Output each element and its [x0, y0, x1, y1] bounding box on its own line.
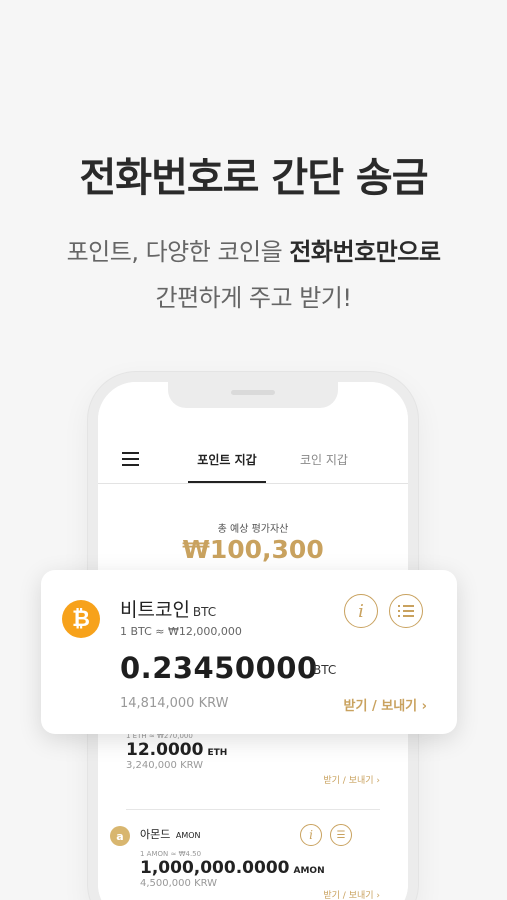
- bitcoin-wallet-card[interactable]: ₿ 비트코인 BTC 1 BTC ≈ ₩12,000,000 0.23450000…: [41, 570, 457, 734]
- tab-coin-wallet[interactable]: 코인 지갑: [292, 451, 356, 468]
- coin-amount-value: 1,000,000.0000: [140, 858, 290, 878]
- app-top-bar: 포인트 지갑 코인 지갑: [98, 434, 408, 484]
- page-headline: 전화번호로 간단 송금: [79, 155, 428, 201]
- subtitle-emphasis: 전화번호만으로: [289, 238, 441, 266]
- coin-name-label: 비트코인: [120, 599, 190, 621]
- list-icon[interactable]: ☰: [330, 824, 352, 846]
- list-item-eth[interactable]: 1 ETH ≈ ₩270,000 12.0000 ETH 3,240,000 KR…: [126, 732, 380, 786]
- send-receive-link[interactable]: 받기 / 보내기 ›: [323, 773, 380, 786]
- coin-rate: 1 BTC ≈ ₩12,000,000: [120, 625, 242, 638]
- coin-amount-unit: AMON: [293, 866, 325, 876]
- send-receive-link[interactable]: 받기 / 보내기 ›: [323, 888, 380, 900]
- phone-notch: [168, 382, 338, 408]
- subtitle-prefix: 포인트, 다양한 코인을: [66, 238, 290, 266]
- list-divider: [126, 809, 380, 810]
- coin-name: 아몬드 AMON: [140, 826, 201, 842]
- menu-icon[interactable]: [122, 452, 139, 466]
- coin-krw-value: 4,500,000 KRW: [140, 878, 218, 889]
- coin-rate: 1 AMON ≈ ₩4.50: [140, 850, 202, 858]
- coin-name: 비트코인 BTC: [120, 595, 216, 622]
- total-assets-value: ₩100,300: [182, 535, 324, 564]
- tab-point-wallet[interactable]: 포인트 지갑: [188, 451, 266, 483]
- coin-name-label: 아몬드: [140, 828, 171, 841]
- coin-krw-value: 3,240,000 KRW: [126, 760, 204, 771]
- info-icon[interactable]: i: [300, 824, 322, 846]
- coin-amount: 1,000,000.0000 AMON: [140, 858, 325, 878]
- coin-details: 1 AMON ≈ ₩4.50 1,000,000.0000 AMON 4,500,…: [140, 850, 325, 889]
- coin-amount-value: 0.23450000: [120, 651, 318, 685]
- list-icon[interactable]: [389, 594, 423, 628]
- speaker-grille: [231, 390, 275, 395]
- total-assets-label: 총 예상 평가자산: [217, 524, 289, 535]
- subtitle-line-1: 포인트, 다양한 코인을 전화번호만으로: [0, 232, 507, 267]
- coin-symbol: BTC: [192, 605, 217, 619]
- subtitle-line-2: 간편하게 주고 받기!: [155, 284, 352, 312]
- coin-krw-value: 14,814,000 KRW: [120, 696, 229, 711]
- bitcoin-icon: ₿: [62, 600, 100, 638]
- info-icon[interactable]: i: [344, 594, 378, 628]
- send-receive-link[interactable]: 받기 / 보내기 ›: [344, 695, 427, 714]
- coin-amount-value: 12.0000: [126, 740, 204, 760]
- amond-coin-icon: a: [110, 826, 130, 846]
- coin-amount-unit: BTC: [313, 663, 337, 677]
- coin-amount-unit: ETH: [207, 748, 228, 758]
- coin-symbol: AMON: [175, 831, 201, 840]
- coin-amount: 12.0000 ETH: [126, 740, 380, 760]
